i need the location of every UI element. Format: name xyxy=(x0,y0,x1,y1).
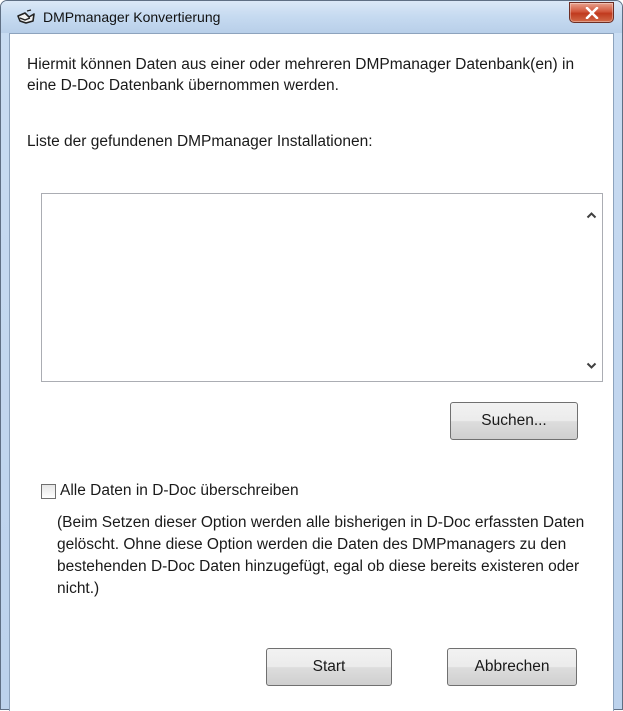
chevron-up-icon xyxy=(586,212,597,219)
window-title: DMPmanager Konvertierung xyxy=(43,9,221,25)
installations-list-label: Liste der gefundenen DMPmanager Installa… xyxy=(27,133,373,150)
intro-text: Hiermit können Daten aus einer oder mehr… xyxy=(27,56,575,94)
close-icon xyxy=(585,7,599,19)
scroll-up-button[interactable] xyxy=(584,208,599,223)
scroll-down-button[interactable] xyxy=(584,358,599,373)
overwrite-checkbox-label[interactable]: Alle Daten in D-Doc überschreiben xyxy=(60,482,299,500)
dmp-app-icon xyxy=(15,8,37,28)
close-button[interactable] xyxy=(569,2,614,23)
chevron-down-icon xyxy=(586,362,597,369)
overwrite-option[interactable]: Alle Daten in D-Doc überschreiben xyxy=(41,482,299,500)
overwrite-note: (Beim Setzen dieser Option werden alle b… xyxy=(57,514,585,597)
search-button[interactable]: Suchen... xyxy=(450,402,578,440)
start-button[interactable]: Start xyxy=(266,648,392,686)
dialog-window: DMPmanager Konvertierung Hiermit können … xyxy=(0,0,623,711)
cancel-button[interactable]: Abbrechen xyxy=(447,648,577,686)
title-bar[interactable]: DMPmanager Konvertierung xyxy=(1,1,622,33)
overwrite-checkbox[interactable] xyxy=(41,483,56,499)
installations-list[interactable] xyxy=(41,193,603,382)
dialog-content: Hiermit können Daten aus einer oder mehr… xyxy=(9,33,614,711)
